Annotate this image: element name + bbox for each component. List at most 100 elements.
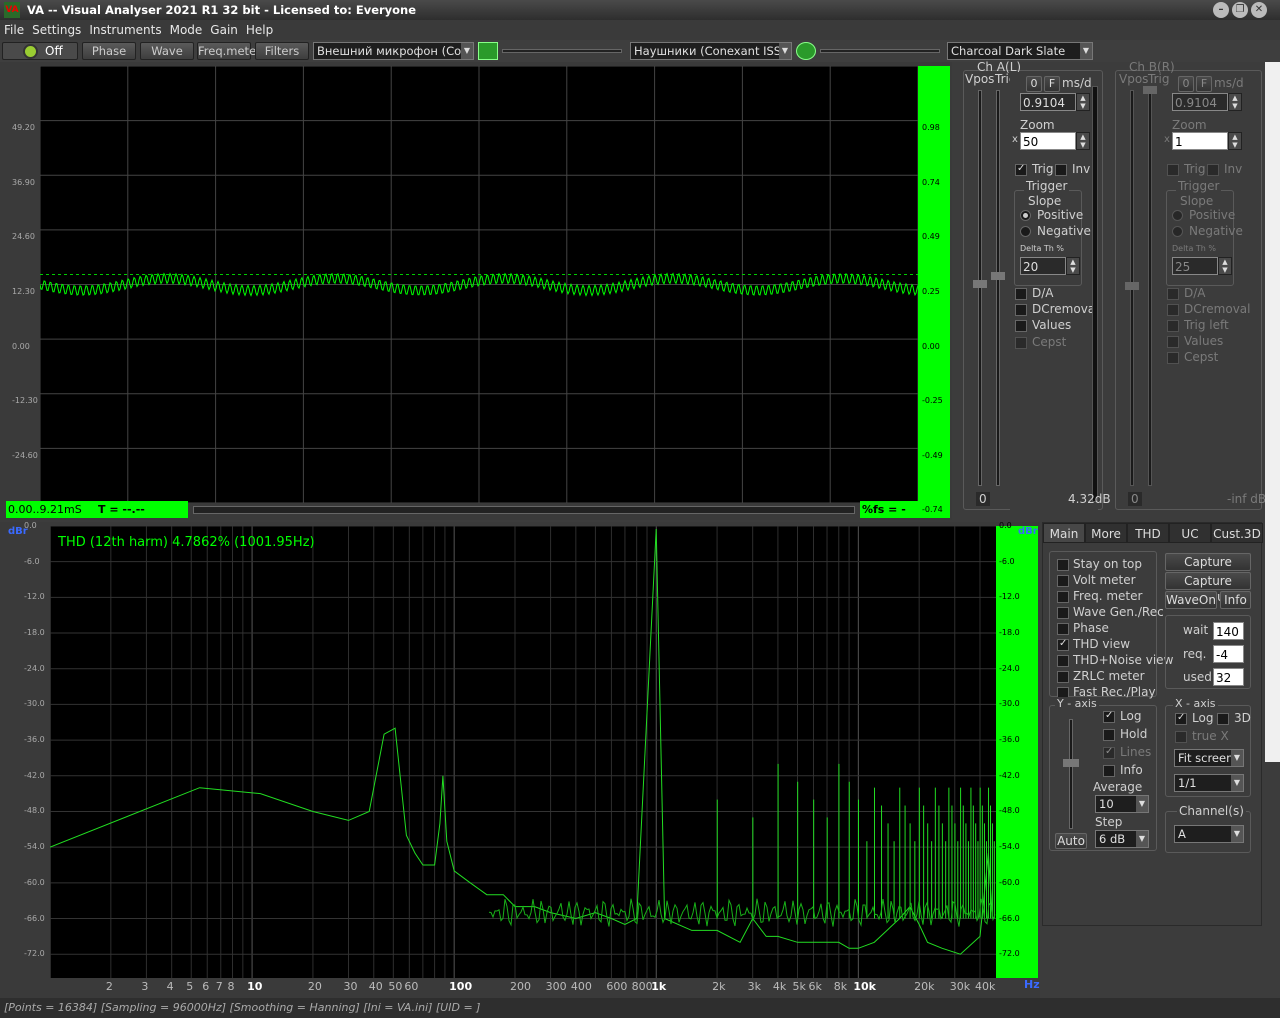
cepst-checkbox-b[interactable] (1167, 352, 1179, 364)
output-volume-slider[interactable] (820, 49, 940, 53)
zoom-value-field[interactable]: 50 (1020, 132, 1076, 150)
inv-checkbox-b[interactable] (1207, 164, 1219, 176)
truex-checkbox[interactable] (1175, 731, 1187, 743)
menu-file[interactable]: File (0, 20, 28, 40)
x3d-checkbox[interactable] (1217, 713, 1229, 725)
trig-checkbox-b[interactable] (1167, 164, 1179, 176)
restore-button[interactable]: ❐ (1232, 2, 1248, 18)
used-field[interactable]: 32 (1213, 668, 1244, 686)
tab-cust3d[interactable]: Cust.3D (1211, 523, 1263, 543)
phase-button[interactable]: Phase (82, 42, 136, 60)
delta-th-spinner-b[interactable]: ▲ ▼ (1218, 257, 1232, 275)
zoom-value-field-b[interactable]: 1 (1172, 132, 1228, 150)
scope-y-tick: -12.30 (12, 396, 38, 406)
positive-radio[interactable] (1020, 210, 1031, 221)
da-checkbox[interactable] (1015, 288, 1027, 300)
values-checkbox-b[interactable] (1167, 336, 1179, 348)
tab-uc[interactable]: UC (1169, 523, 1211, 543)
menu-mode[interactable]: Mode (166, 20, 207, 40)
input-device-select[interactable]: Внешний микрофон (Conexa ▼ (313, 42, 474, 60)
delta-th-field-b[interactable]: 25 (1172, 257, 1218, 275)
menu-help[interactable]: Help (242, 20, 277, 40)
ratio-select[interactable]: 1/1 ▼ (1174, 774, 1244, 792)
option-checkbox-2[interactable] (1057, 591, 1069, 603)
option-checkbox-3[interactable] (1057, 607, 1069, 619)
minimize-button[interactable]: – (1213, 2, 1229, 18)
dcremoval-checkbox[interactable] (1015, 304, 1027, 316)
option-checkbox-4[interactable] (1057, 623, 1069, 635)
req-field[interactable]: -4 (1213, 645, 1244, 663)
trig-level-slider-thumb[interactable] (991, 272, 1005, 280)
f-button[interactable]: F (1044, 76, 1060, 92)
auto-button[interactable]: Auto (1055, 833, 1087, 849)
vpos-slider-b-thumb[interactable] (1125, 282, 1139, 290)
filters-button[interactable]: Filters (255, 42, 309, 60)
msd-value-field[interactable]: 0.9104 (1020, 93, 1076, 111)
ylog-checkbox[interactable] (1103, 710, 1115, 723)
zero-button-b[interactable]: 0 (1178, 76, 1194, 92)
y-axis-slider[interactable] (1069, 719, 1073, 829)
spectrum-y-tick: -54.0 (24, 842, 45, 852)
msd-spinner[interactable]: ▲ ▼ (1076, 93, 1090, 111)
option-checkbox-5[interactable] (1057, 638, 1069, 651)
power-button[interactable]: Off (2, 42, 78, 60)
average-select[interactable]: 10 ▼ (1095, 795, 1149, 813)
trig-level-slider-b[interactable] (1148, 90, 1152, 486)
cepst-checkbox[interactable] (1015, 337, 1027, 349)
theme-select[interactable]: Charcoal Dark Slate ▼ (947, 42, 1093, 60)
delta-th-field[interactable]: 20 (1020, 257, 1066, 275)
trig-level-slider[interactable] (996, 90, 1000, 486)
freq-meter-button[interactable]: Freq.meter (197, 42, 261, 60)
hold-checkbox[interactable] (1103, 729, 1115, 741)
inv-checkbox[interactable] (1055, 164, 1067, 176)
wait-field[interactable]: 140 (1213, 622, 1244, 640)
capture-spectrum-button[interactable]: Capture spectrum (1165, 572, 1251, 604)
scope-position-slider[interactable] (193, 506, 855, 514)
values-checkbox[interactable] (1015, 320, 1027, 332)
zoom-spinner[interactable]: ▲ ▼ (1076, 132, 1090, 150)
vpos-slider-thumb[interactable] (973, 280, 987, 288)
fit-screen-select[interactable]: Fit screen ▼ (1174, 749, 1244, 767)
tab-main[interactable]: Main (1043, 523, 1085, 543)
capture-scope-button[interactable]: Capture scope (1165, 553, 1251, 585)
wave-button[interactable]: Wave (140, 42, 194, 60)
option-checkbox-7[interactable] (1057, 671, 1069, 683)
channel-select[interactable]: A ▼ (1174, 825, 1244, 843)
yinfo-checkbox[interactable] (1103, 765, 1115, 777)
positive-radio-b[interactable] (1172, 210, 1183, 221)
dcremoval-checkbox-b[interactable] (1167, 304, 1179, 316)
menu-instruments[interactable]: Instruments (85, 20, 165, 40)
y-axis-slider-thumb[interactable] (1063, 759, 1079, 767)
zero-button[interactable]: 0 (1026, 76, 1042, 92)
delta-th-spinner[interactable]: ▲ ▼ (1066, 257, 1080, 275)
lines-checkbox[interactable] (1103, 746, 1115, 759)
option-checkbox-0[interactable] (1057, 559, 1069, 571)
waveon-button[interactable]: WaveOn (1165, 591, 1217, 609)
xlog-checkbox[interactable] (1175, 712, 1187, 725)
tab-more[interactable]: More (1085, 523, 1127, 543)
msd-spinner-b[interactable]: ▲ ▼ (1228, 93, 1242, 111)
negative-radio-b[interactable] (1172, 226, 1183, 237)
close-button[interactable]: ✕ (1251, 2, 1267, 18)
info-button[interactable]: Info (1220, 591, 1251, 609)
step-select[interactable]: 6 dB ▼ (1095, 830, 1149, 848)
tab-thd[interactable]: THD (1127, 523, 1169, 543)
da-checkbox-b[interactable] (1167, 288, 1179, 300)
negative-radio[interactable] (1020, 226, 1031, 237)
trig-level-slider-b-thumb[interactable] (1143, 86, 1157, 94)
zoom-spinner-b[interactable]: ▲ ▼ (1228, 132, 1242, 150)
speaker-icon[interactable] (796, 42, 816, 60)
menu-settings[interactable]: Settings (28, 20, 85, 40)
option-checkbox-1[interactable] (1057, 575, 1069, 587)
output-device-select[interactable]: Наушники (Conexant ISST Au ▼ (630, 42, 792, 60)
input-volume-slider[interactable] (502, 49, 622, 53)
msd-value-field-b[interactable]: 0.9104 (1172, 93, 1228, 111)
menu-gain[interactable]: Gain (206, 20, 242, 40)
trigleft-checkbox-b[interactable] (1167, 320, 1179, 332)
f-button-b[interactable]: F (1196, 76, 1212, 92)
scope-svg (39, 65, 919, 504)
trig-checkbox[interactable] (1015, 163, 1027, 176)
microphone-icon[interactable] (478, 42, 498, 60)
option-checkbox-6[interactable] (1057, 655, 1069, 667)
vpos-slider[interactable] (978, 90, 982, 486)
